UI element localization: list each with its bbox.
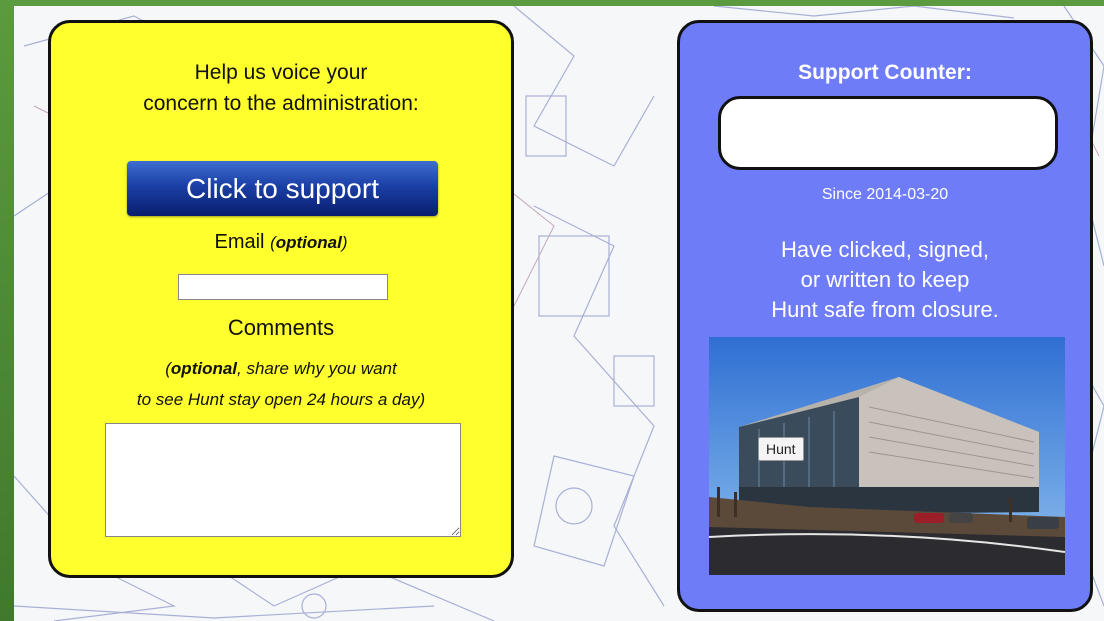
counter-statement: Have clicked, signed, or written to keep… — [680, 235, 1090, 325]
comments-hint-line-2: to see Hunt stay open 24 hours a day) — [136, 390, 426, 409]
comments-hint-line-1: (optional, share why you want — [165, 359, 397, 378]
comments-hint-rest: , share why you want — [237, 359, 397, 378]
comments-textarea[interactable] — [105, 423, 461, 537]
form-headline: Help us voice your concern to the admini… — [51, 57, 511, 119]
support-form-panel: Help us voice your concern to the admini… — [48, 20, 514, 578]
email-label-text: Email — [214, 231, 265, 253]
statement-line-2: or written to keep — [800, 267, 970, 292]
email-optional-note: (optional) — [270, 233, 348, 252]
photo-tooltip: Hunt — [758, 437, 804, 461]
statement-line-3: Hunt safe from closure. — [771, 297, 999, 322]
since-date: Since 2014-03-20 — [821, 186, 949, 203]
counter-title: Support Counter: — [798, 61, 972, 84]
email-optional-word: optional — [275, 233, 342, 252]
email-label: Email (optional) — [51, 231, 511, 254]
comments-label: Comments — [227, 315, 335, 340]
comments-optional-word: optional — [170, 359, 238, 378]
support-counter-panel: Support Counter: Since 2014-03-20 Have c… — [677, 20, 1093, 612]
hunt-library-photo: Hunt — [709, 337, 1065, 575]
click-to-support-button[interactable]: Click to support — [127, 161, 438, 216]
comments-hint: (optional, share why you want to see Hun… — [51, 353, 511, 415]
headline-line-1: Help us voice your — [194, 61, 368, 84]
email-field[interactable] — [178, 274, 388, 300]
headline-line-2: concern to the administration: — [143, 92, 419, 115]
counter-display — [718, 96, 1058, 170]
statement-line-1: Have clicked, signed, — [781, 237, 989, 262]
